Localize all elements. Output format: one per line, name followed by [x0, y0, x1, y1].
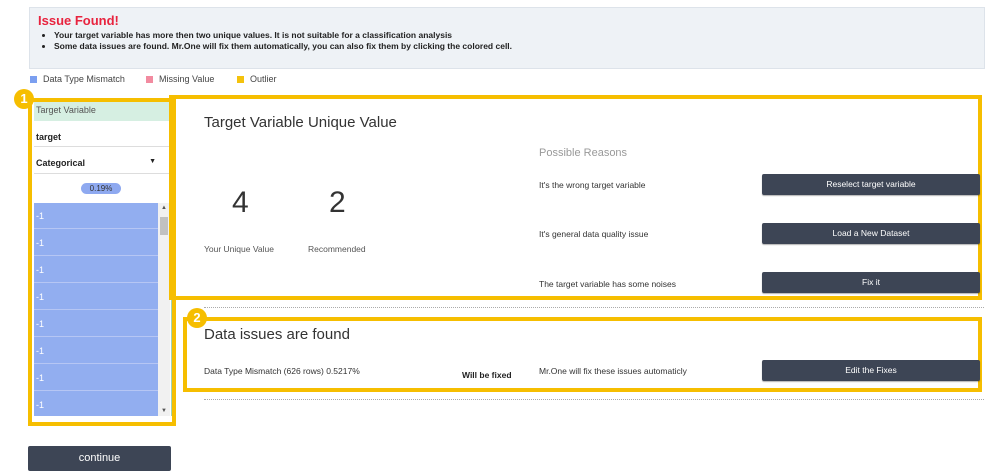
issue-description: Data Type Mismatch (626 rows) 0.5217% [204, 366, 360, 376]
alert-item: Your target variable has more then two u… [54, 30, 512, 41]
target-panel-title: Target Variable Unique Value [204, 114, 397, 131]
legend-swatch-pink [146, 75, 153, 83]
recommended-label: Recommended [308, 244, 366, 254]
legend-outlier: Outlier [237, 74, 277, 84]
alert-title: Issue Found! [38, 13, 119, 28]
legend-swatch-blue [30, 75, 37, 83]
legend-label: Missing Value [159, 74, 215, 84]
step-badge-2: 2 [187, 308, 207, 328]
issues-panel-title: Data issues are found [204, 326, 350, 343]
issue-status: Will be fixed [462, 370, 512, 380]
legend-missing-value: Missing Value [146, 74, 214, 84]
legend-data-type-mismatch: Data Type Mismatch [30, 74, 125, 84]
continue-button[interactable]: continue [28, 446, 171, 471]
divider [204, 307, 984, 308]
step-badge-1: 1 [14, 89, 34, 109]
possible-reasons-title: Possible Reasons [539, 147, 628, 159]
edit-fixes-button[interactable]: Edit the Fixes [762, 360, 980, 381]
highlight-box-1 [28, 98, 176, 426]
reason-text: It's general data quality issue [539, 229, 649, 239]
legend-label: Outlier [250, 74, 277, 84]
reason-text: It's the wrong target variable [539, 180, 646, 190]
issue-note: Mr.One will fix these issues automaticly [539, 366, 687, 376]
legend-swatch-yellow [237, 75, 244, 83]
alert-list: Your target variable has more then two u… [38, 30, 512, 52]
recommended-value: 2 [329, 186, 346, 219]
alert-item: Some data issues are found. Mr.One will … [54, 41, 512, 52]
fix-it-button[interactable]: Fix it [762, 272, 980, 293]
load-dataset-button[interactable]: Load a New Dataset [762, 223, 980, 244]
legend-label: Data Type Mismatch [43, 74, 125, 84]
your-unique-value: 4 [232, 186, 249, 219]
divider [204, 399, 984, 400]
issue-alert: Issue Found! Your target variable has mo… [29, 7, 985, 69]
reason-text: The target variable has some noises [539, 279, 677, 289]
your-unique-value-label: Your Unique Value [204, 244, 274, 254]
reselect-target-button[interactable]: Reselect target variable [762, 174, 980, 195]
